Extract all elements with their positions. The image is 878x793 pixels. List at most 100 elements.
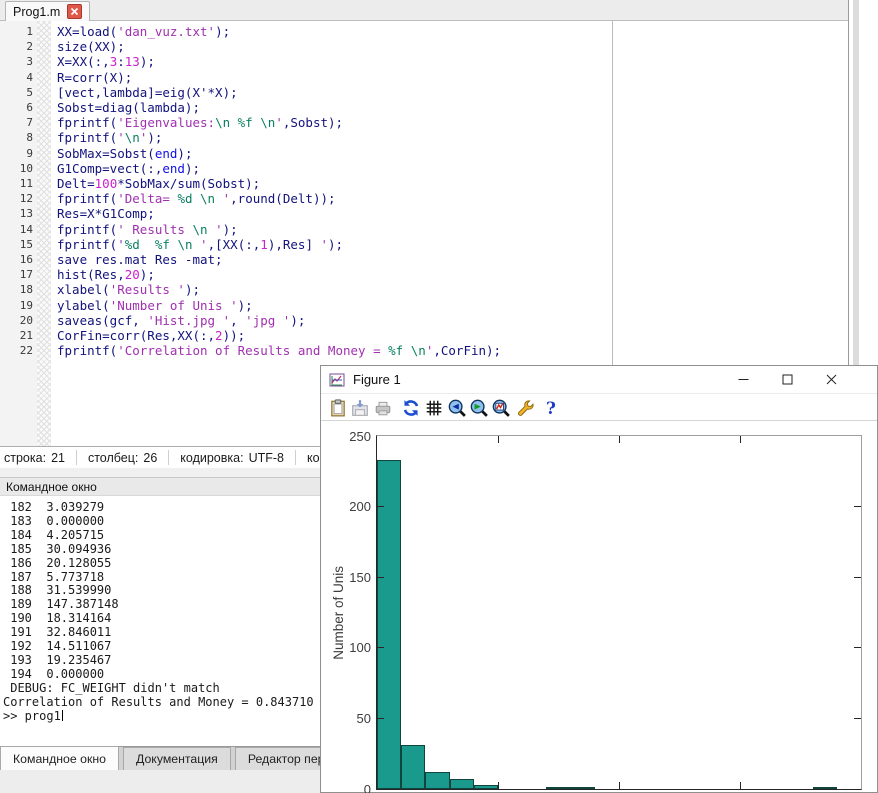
- line-number: 9: [0, 146, 33, 161]
- y-tick-right: [854, 506, 861, 507]
- code-token: [vect,lambda]=eig(X'*X);: [57, 85, 238, 100]
- code-line: XX=load('dan_vuz.txt');: [57, 24, 501, 39]
- toolbar-save-icon[interactable]: [351, 399, 369, 417]
- code-token: 100: [95, 176, 118, 191]
- code-token: ,round(Delt));: [230, 191, 335, 206]
- line-number: 17: [0, 267, 33, 282]
- toolbar-settings-wrench-icon[interactable]: [517, 399, 535, 417]
- toolbar-zoom-back-icon[interactable]: [448, 399, 466, 417]
- y-tick-left: [377, 577, 384, 578]
- figure-title-bar[interactable]: Figure 1: [321, 366, 877, 393]
- code-lines: XX=load('dan_vuz.txt');size(XX);X=XX(:,3…: [57, 24, 501, 358]
- histogram-bar: [425, 772, 449, 789]
- code-token: 'jpg ': [245, 313, 290, 328]
- screenshot-root: Prog1.m 12345678910111213141516171819202…: [0, 0, 878, 793]
- y-tick-left: [377, 506, 384, 507]
- code-token: size(XX);: [57, 39, 125, 54]
- code-token: *SobMax/sum(Sobst);: [117, 176, 260, 191]
- code-token: \n: [177, 237, 192, 252]
- code-token: %f: [238, 115, 253, 130]
- code-token: \n: [192, 222, 207, 237]
- code-token: 'Hist.jpg ': [147, 313, 230, 328]
- background-window-edge: [853, 0, 859, 367]
- close-icon[interactable]: [818, 369, 844, 389]
- code-token: );: [147, 130, 162, 145]
- code-line: size(XX);: [57, 39, 501, 54]
- editor-tab-prog1m[interactable]: Prog1.m: [5, 1, 90, 21]
- code-token: ));: [223, 328, 246, 343]
- y-axis-label: Number of Unis: [330, 436, 347, 789]
- code-line: xlabel('Results ');: [57, 282, 501, 297]
- tab-close-icon[interactable]: [67, 4, 82, 19]
- code-line: R=corr(X);: [57, 70, 501, 85]
- code-line: G1Comp=vect(:,end);: [57, 161, 501, 176]
- figure-canvas: Number of Unis 050100150200250: [321, 421, 877, 792]
- code-token: 20: [125, 267, 140, 282]
- line-number: 15: [0, 237, 33, 252]
- line-number: 5: [0, 85, 33, 100]
- toolbar-grid-icon[interactable]: [425, 399, 443, 417]
- line-number: 21: [0, 328, 33, 343]
- histogram-bar: [546, 787, 570, 789]
- x-tick-bottom: [619, 782, 620, 789]
- code-token: hist(Res,: [57, 267, 125, 282]
- line-number: 1: [0, 24, 33, 39]
- line-number: 11: [0, 176, 33, 191]
- toolbar-zoom-region-icon[interactable]: [492, 399, 510, 417]
- code-line: [vect,lambda]=eig(X'*X);: [57, 85, 501, 100]
- line-number: 7: [0, 115, 33, 130]
- code-token: saveas(gcf,: [57, 313, 147, 328]
- code-token: ),Res]: [268, 237, 321, 252]
- code-token: \n: [200, 191, 215, 206]
- code-token: :: [117, 54, 125, 69]
- command-window-title: Командное окно: [6, 480, 97, 494]
- code-token: fprintf(: [57, 343, 117, 358]
- code-line: Sobst=diag(lambda);: [57, 100, 501, 115]
- toolbar-print-icon[interactable]: [374, 399, 392, 417]
- line-number: 22: [0, 343, 33, 358]
- code-token: fprintf(: [57, 130, 117, 145]
- line-numbers: 12345678910111213141516171819202122: [0, 24, 33, 358]
- toolbar-zoom-forward-icon[interactable]: [470, 399, 488, 417]
- code-token: 'Correlation of Results and Money =: [117, 343, 388, 358]
- code-token: %f: [155, 237, 170, 252]
- code-token: 'Results ': [110, 282, 185, 297]
- code-token: XX=load(: [57, 24, 117, 39]
- code-line: Res=X*G1Comp;: [57, 206, 501, 221]
- y-tick-label: 100: [331, 640, 371, 655]
- line-number: 13: [0, 206, 33, 221]
- figure-app-icon: [329, 372, 345, 388]
- status-separator: [76, 450, 77, 465]
- code-token: Delt=: [57, 176, 95, 191]
- code-token: Res=X*G1Comp;: [57, 206, 155, 221]
- code-line: fprintf('Eigenvalues:\n %f \n',Sobst);: [57, 115, 501, 130]
- code-token: );: [140, 54, 155, 69]
- code-token: end: [155, 146, 178, 161]
- code-line: fprintf('Delta= %d \n ',round(Delt));: [57, 191, 501, 206]
- y-tick-left: [377, 647, 384, 648]
- code-token: );: [185, 282, 200, 297]
- code-token: );: [238, 298, 253, 313]
- editor-tab-label: Prog1.m: [13, 5, 60, 19]
- bottom-tab-active[interactable]: Командное окно: [0, 746, 119, 770]
- bottom-tab-inactive[interactable]: Документация: [123, 747, 231, 770]
- code-token: );: [185, 161, 200, 176]
- code-token: ': [208, 222, 223, 237]
- code-token: [230, 115, 238, 130]
- status-field-label: столбец:: [88, 451, 138, 465]
- code-token: 2: [215, 328, 223, 343]
- code-token: ylabel(: [57, 298, 110, 313]
- code-token: );: [223, 222, 238, 237]
- toolbar-refresh-icon[interactable]: [402, 399, 420, 417]
- code-token: R=corr(X);: [57, 70, 132, 85]
- maximize-icon[interactable]: [774, 369, 800, 389]
- minimize-icon[interactable]: [730, 369, 756, 389]
- code-token: CorFin=corr(Res,XX(:,: [57, 328, 215, 343]
- code-line: fprintf(' Results \n ');: [57, 222, 501, 237]
- code-token: ': [275, 115, 283, 130]
- code-token: ': [321, 237, 329, 252]
- code-line: SobMax=Sobst(end);: [57, 146, 501, 161]
- toolbar-help-icon[interactable]: ?: [542, 399, 560, 417]
- toolbar-clipboard-icon[interactable]: [329, 399, 347, 417]
- x-tick-bottom: [498, 782, 499, 789]
